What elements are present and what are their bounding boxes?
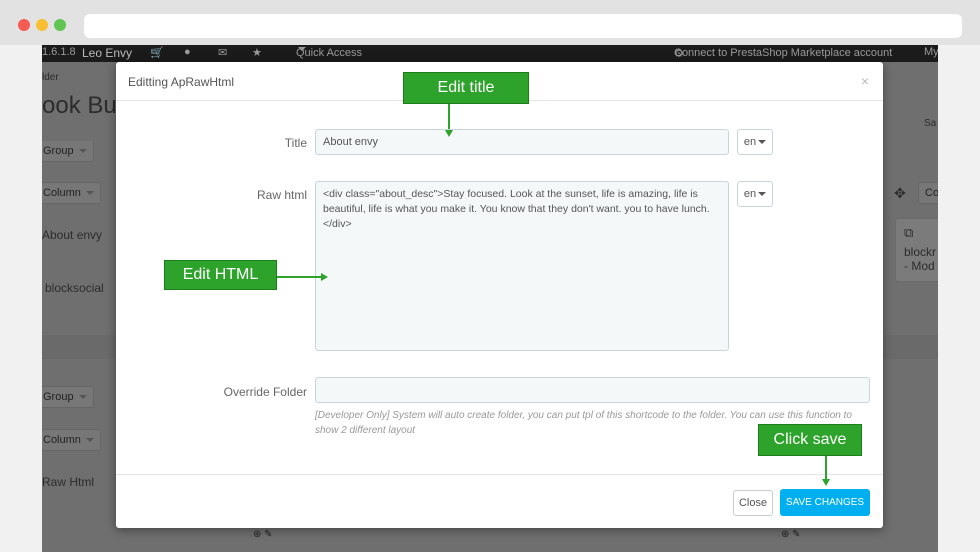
cart-icon[interactable]: 🛒 bbox=[150, 46, 164, 59]
chevron-down-icon bbox=[85, 438, 94, 443]
override-folder-label: Override Folder bbox=[223, 385, 307, 399]
side-column-button[interactable]: Co bbox=[918, 182, 938, 204]
group-button[interactable]: Group bbox=[42, 141, 94, 162]
move-icon[interactable]: ✥ bbox=[894, 185, 906, 202]
column-label-2: Column bbox=[43, 434, 81, 446]
close-icon[interactable]: × bbox=[861, 73, 869, 89]
edit-html-arrowhead bbox=[321, 273, 328, 281]
click-save-callout: Click save bbox=[758, 424, 862, 456]
title-input[interactable]: About envy bbox=[315, 129, 729, 155]
add-pencil-icons[interactable]: ⊕ ✎ bbox=[253, 529, 273, 540]
modal-footer-divider bbox=[116, 474, 883, 475]
edit-html-callout: Edit HTML bbox=[164, 260, 277, 290]
browser-chrome bbox=[0, 0, 980, 45]
click-save-arrowhead bbox=[822, 479, 830, 486]
edit-title-callout: Edit title bbox=[403, 72, 529, 104]
title-lang-label: en bbox=[743, 136, 757, 148]
title-lang-dropdown[interactable]: en bbox=[737, 129, 773, 155]
raw-html-label: Raw html bbox=[256, 188, 307, 202]
window-minimize-dot[interactable] bbox=[36, 19, 48, 31]
copy-icon: ⧉ bbox=[904, 225, 914, 240]
column-button-2[interactable]: Column bbox=[42, 429, 101, 451]
widget-raw-html[interactable]: Raw Html bbox=[42, 475, 94, 489]
column-button[interactable]: Column bbox=[42, 182, 101, 204]
edit-html-arrow bbox=[277, 276, 321, 278]
breadcrumb: lder bbox=[42, 72, 59, 83]
save-changes-button[interactable]: SAVE CHANGES bbox=[780, 489, 870, 516]
window-close-dot[interactable] bbox=[18, 19, 30, 31]
close-button[interactable]: Close bbox=[733, 490, 773, 516]
chevron-down-icon bbox=[78, 149, 87, 154]
side-card-sub: - Mod bbox=[904, 259, 935, 273]
page-title: ook Bui bbox=[42, 92, 123, 119]
raw-html-textarea[interactable]: <div class="about_desc">Stay focused. Lo… bbox=[315, 181, 729, 351]
widget-about-envy[interactable]: About envy bbox=[42, 228, 102, 242]
title-label: Title bbox=[284, 136, 307, 150]
chevron-down-icon bbox=[298, 47, 306, 51]
connect-marketplace-label: Connect to PrestaShop Marketplace accoun… bbox=[674, 47, 893, 59]
my-account-menu[interactable]: My bbox=[924, 46, 938, 58]
user-icon[interactable]: ● bbox=[184, 46, 191, 58]
edit-title-arrowhead bbox=[445, 130, 453, 137]
group-label-2: Group bbox=[43, 391, 74, 403]
edit-title-arrow bbox=[448, 104, 450, 129]
add-pencil-icons-2[interactable]: ⊕ ✎ bbox=[781, 529, 801, 540]
chevron-down-icon bbox=[78, 395, 87, 400]
trophy-icon[interactable]: ★ bbox=[252, 46, 262, 59]
window-maximize-dot[interactable] bbox=[54, 19, 66, 31]
admin-top-nav: 1.6.1.8 Leo Envy 🛒 ● ✉ ★ Quick Access ⚙ … bbox=[42, 45, 938, 62]
raw-html-lang-label: en bbox=[743, 188, 757, 200]
edit-rawhtml-modal: Editting ApRawHtml × Title About envy en… bbox=[116, 62, 883, 528]
click-save-arrow bbox=[825, 456, 827, 479]
store-name[interactable]: Leo Envy bbox=[82, 46, 132, 60]
column-label: Column bbox=[43, 187, 81, 199]
chevron-down-icon bbox=[85, 191, 94, 196]
address-bar[interactable] bbox=[84, 14, 962, 38]
raw-html-lang-dropdown[interactable]: en bbox=[737, 181, 773, 207]
chevron-down-icon bbox=[758, 192, 767, 197]
modal-title: Editting ApRawHtml bbox=[128, 75, 235, 89]
version-label: 1.6.1.8 bbox=[42, 46, 76, 58]
group-button-2[interactable]: Group bbox=[42, 386, 94, 408]
widget-blocksocial[interactable]: blocksocial bbox=[45, 281, 104, 295]
side-card-name: blockr bbox=[904, 245, 937, 259]
chevron-down-icon bbox=[758, 140, 767, 145]
override-folder-input[interactable] bbox=[315, 377, 870, 403]
side-module-card[interactable]: ⧉ blockr - Mod bbox=[895, 218, 938, 282]
mail-icon[interactable]: ✉ bbox=[218, 46, 227, 59]
group-label: Group bbox=[43, 145, 74, 157]
save-button-fragment[interactable]: Sa bbox=[924, 118, 936, 129]
